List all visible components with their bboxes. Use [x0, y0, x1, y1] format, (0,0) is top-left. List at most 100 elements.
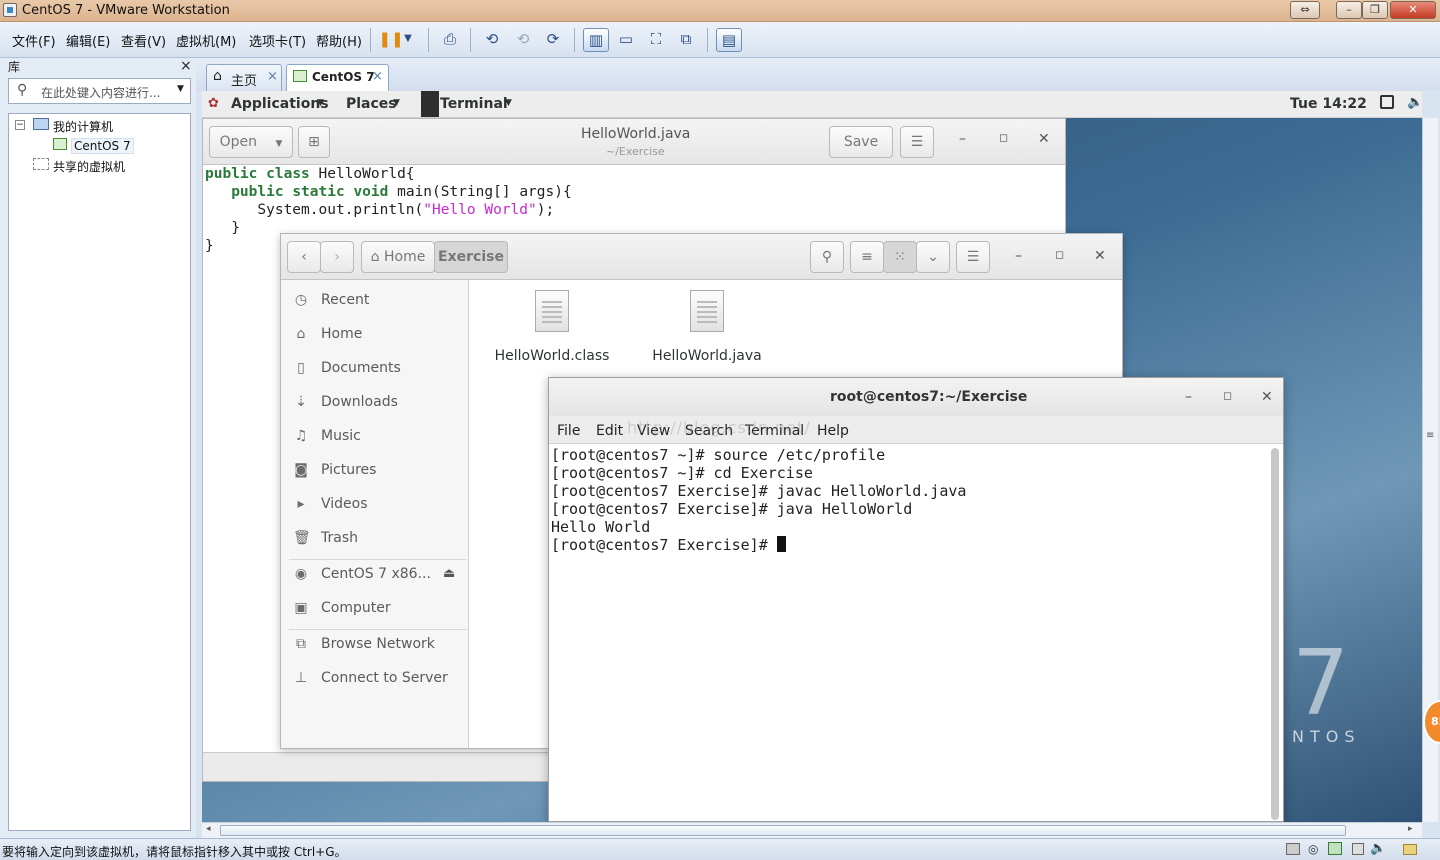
maximize-button[interactable]: ❐ [1362, 1, 1388, 19]
eject-icon[interactable]: ⏏ [443, 566, 455, 581]
sidebar-item-trash[interactable]: 🗑 Trash [281, 522, 469, 556]
grid-view-icon[interactable]: ⁙ [883, 241, 917, 273]
applications-menu[interactable]: Applications [231, 96, 329, 112]
sidebar-item-browse-network[interactable]: ⧉ Browse Network [281, 628, 469, 662]
volume-icon[interactable]: 🔈 [1407, 95, 1422, 110]
terminal-output[interactable]: [root@centos7 ~]# source /etc/profile [ro… [551, 446, 966, 554]
minimize-icon[interactable]: – [959, 131, 966, 147]
file-item[interactable]: HelloWorld.class [487, 290, 617, 370]
scroll-right-icon[interactable]: ▸ [1408, 824, 1413, 834]
menu-help[interactable]: 帮助(H) [316, 31, 362, 50]
tree-my-computer[interactable]: 我的计算机 [53, 118, 113, 135]
maximize-icon[interactable]: ◻ [1223, 389, 1232, 402]
menu-file[interactable]: 文件(F) [12, 31, 56, 50]
snapshot-icon[interactable]: ⟲ [479, 28, 505, 52]
chevron-down-icon: ▼ [275, 139, 283, 149]
trash-icon: 🗑 [293, 530, 311, 546]
scroll-left-icon[interactable]: ◂ [206, 824, 211, 834]
vm-running-icon [293, 70, 307, 82]
forward-button[interactable]: › [320, 241, 354, 273]
save-button[interactable]: Save [829, 126, 893, 158]
full-screen-icon[interactable]: ⛶ [643, 28, 669, 52]
open-button[interactable]: Open ▼ [209, 126, 293, 158]
new-tab-button[interactable]: ⊞ [298, 126, 330, 158]
tab-home[interactable]: ⌂ 主页 × [206, 64, 282, 91]
thumbnail-bar-icon[interactable]: ▭ [613, 28, 639, 52]
breadcrumb-exercise[interactable]: Exercise [434, 241, 508, 273]
usb-icon[interactable] [1352, 843, 1364, 855]
tab-close-icon[interactable]: × [372, 69, 383, 84]
list-view-icon[interactable]: ≡ [850, 241, 884, 273]
sidebar-item-home[interactable]: ⌂ Home [281, 318, 469, 352]
close-icon[interactable]: ✕ [1094, 248, 1106, 264]
screen-icon[interactable] [1380, 95, 1394, 109]
guest-display[interactable]: 7 NTOS ✿ Applications ▼ Places ▼ Termina… [202, 91, 1422, 822]
terminal-app-menu[interactable]: Terminal [440, 96, 508, 112]
message-icon[interactable] [1403, 844, 1417, 855]
breadcrumb-home[interactable]: ⌂ Home [361, 241, 435, 273]
gedit-filename: HelloWorld.java [581, 126, 691, 142]
tree-shared-vms[interactable]: 共享的虚拟机 [53, 158, 125, 175]
menu-tabs[interactable]: 选项卡(T) [249, 31, 306, 50]
unity-icon[interactable]: ⧉ [673, 28, 699, 52]
minimize-icon[interactable]: – [1185, 389, 1192, 405]
hamburger-menu-icon[interactable]: ☰ [956, 241, 990, 273]
chevron-down-icon[interactable]: ▼ [400, 28, 416, 52]
chevron-down-icon[interactable]: ⌄ [916, 241, 950, 273]
clock[interactable]: Tue 14:22 [1290, 96, 1367, 112]
sidebar-item-music[interactable]: ♫ Music [281, 420, 469, 454]
hard-disk-icon[interactable] [1286, 843, 1300, 855]
close-icon[interactable]: ✕ [1261, 389, 1273, 405]
terminal-app-icon [421, 91, 439, 117]
hamburger-menu-icon[interactable]: ☰ [900, 126, 934, 158]
restore-layout-button[interactable]: ⇔ [1290, 1, 1320, 19]
library-close-icon[interactable]: × [180, 58, 192, 74]
terminal-menu-file[interactable]: File [557, 423, 580, 439]
scroll-thumb[interactable] [220, 825, 1346, 836]
toolbar-separator [707, 28, 708, 52]
sidebar-item-recent[interactable]: ◷ Recent [281, 284, 469, 318]
library-search-input[interactable]: ⚲ 在此处键入内容进行... ▼ [8, 78, 191, 104]
send-keys-icon[interactable]: ⎙ [437, 28, 463, 52]
tab-close-icon[interactable]: × [267, 69, 278, 84]
menu-view[interactable]: 查看(V) [121, 31, 166, 50]
close-icon[interactable]: ✕ [1038, 131, 1050, 147]
sidebar-item-computer[interactable]: ▣ Computer [281, 592, 469, 626]
terminal-line: [root@centos7 ~]# source /etc/profile [551, 446, 886, 464]
file-item[interactable]: HelloWorld.java [642, 290, 772, 370]
back-button[interactable]: ‹ [287, 241, 321, 273]
terminal-menu-help[interactable]: Help [817, 423, 849, 439]
sound-icon[interactable]: 🔈 [1370, 841, 1386, 856]
terminal-line: [root@centos7 Exercise]# javac HelloWorl… [551, 482, 967, 500]
terminal-menu-edit[interactable]: Edit [596, 423, 623, 439]
horizontal-scrollbar[interactable]: ◂ ▸ [202, 822, 1422, 838]
collapse-toggle-icon[interactable]: − [15, 120, 25, 130]
maximize-icon[interactable]: ◻ [1055, 248, 1064, 261]
sidebar-item-documents[interactable]: ▯ Documents [281, 352, 469, 386]
network-adapter-icon[interactable] [1328, 842, 1342, 855]
search-icon[interactable]: ⚲ [810, 241, 844, 273]
maximize-icon[interactable]: ◻ [999, 131, 1008, 144]
places-menu[interactable]: Places [346, 96, 397, 112]
chevron-down-icon[interactable]: ▼ [177, 84, 184, 94]
sidebar-item-downloads[interactable]: ⇣ Downloads [281, 386, 469, 420]
sidebar-item-pictures[interactable]: ◙ Pictures [281, 454, 469, 488]
show-library-icon[interactable]: ▥ [583, 28, 609, 52]
tab-centos[interactable]: CentOS 7 × [286, 64, 389, 91]
terminal-scrollbar[interactable] [1271, 448, 1279, 820]
revert-snapshot-icon[interactable]: ⟲ [510, 28, 536, 52]
terminal-cursor [776, 536, 786, 552]
tree-vm-centos[interactable]: CentOS 7 [71, 138, 134, 154]
minimize-icon[interactable]: – [1015, 248, 1022, 264]
minimize-button[interactable]: – [1336, 1, 1362, 19]
cd-rom-icon[interactable]: ◎ [1308, 842, 1318, 856]
sidebar-item-videos[interactable]: ▸ Videos [281, 488, 469, 522]
menu-vm[interactable]: 虚拟机(M) [176, 31, 236, 50]
close-button[interactable]: ✕ [1390, 1, 1436, 19]
video-icon: ▸ [297, 496, 305, 512]
console-view-icon[interactable]: ▤ [716, 28, 742, 52]
sidebar-item-connect-server[interactable]: ⊥ Connect to Server [281, 662, 469, 696]
menu-edit[interactable]: 编辑(E) [66, 31, 110, 50]
snapshot-manager-icon[interactable]: ⟳ [540, 28, 566, 52]
sidebar-item-centos-disc[interactable]: ◉ CentOS 7 x86... ⏏ [281, 558, 469, 592]
